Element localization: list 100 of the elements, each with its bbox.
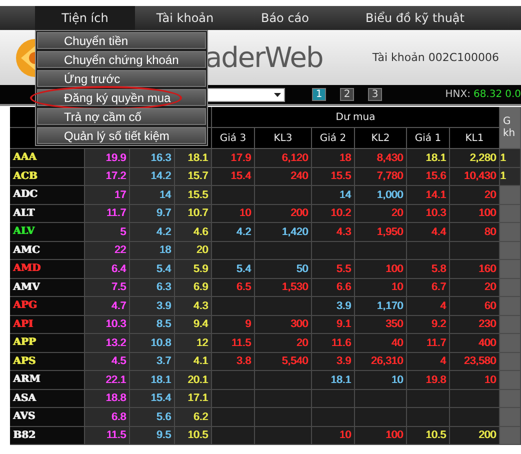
table-cell: 400 [450,334,500,352]
table-cell [500,297,521,316]
table-cell: 80 [450,223,500,242]
table-cell: 3.9 [312,352,355,371]
menu-item[interactable]: Ứng trước [37,70,206,87]
column-header: KL1 [450,128,500,149]
table-cell: 5.9 [175,260,212,278]
table-cell [500,204,521,223]
table-cell [450,242,500,260]
app-title: aderWeb [205,41,323,74]
table-cell: 19.8 [407,371,450,390]
table-cell: 6.8 [85,408,130,426]
table-cell: 6,120 [255,149,312,168]
table-cell: 350 [355,316,407,334]
stock-symbol[interactable]: AVS [10,408,85,426]
stock-symbol[interactable]: ALT [10,204,85,223]
table-cell: 200 [450,426,500,445]
stock-symbol[interactable]: ASA [10,390,85,408]
table-cell: 4.3 [175,297,212,316]
table-cell [312,242,355,260]
table-cell: 20 [450,278,500,297]
stock-symbol[interactable]: APS [10,352,85,371]
table-cell: 4.5 [85,352,130,371]
stock-symbol[interactable]: APG [10,297,85,316]
column-header: G kh [500,107,521,149]
stock-symbol[interactable]: ADC [10,186,85,204]
table-cell: 16.3 [130,149,175,168]
menu-item[interactable]: Quản lý số tiết kiệm [37,127,206,144]
table-cell [255,371,312,390]
table-cell: 26,310 [355,352,407,371]
stock-symbol[interactable]: APP [10,334,85,352]
table-cell: 6.3 [130,278,175,297]
table-cell [355,390,407,408]
table-cell: 20 [355,204,407,223]
table-cell [212,426,255,445]
stock-symbol[interactable]: B82 [10,426,85,445]
index-value: 68.32 [473,89,502,100]
index-change: 0.0 [505,89,521,100]
table-cell: 240 [255,168,312,186]
table-cell: 9.2 [407,316,450,334]
column-group-header: Dư mua [212,107,500,128]
table-cell: 5,540 [255,352,312,371]
table-cell [407,390,450,408]
table-cell: 10 [450,371,500,390]
table-cell: 15.5 [175,186,212,204]
stock-symbol[interactable]: ARM [10,371,85,390]
table-cell: 4.2 [130,223,175,242]
stock-symbol[interactable]: AMD [10,260,85,278]
account-label: Tài khoản 002C100006 [372,51,499,64]
table-cell: 6.7 [407,278,450,297]
table-cell: 4.7 [85,297,130,316]
menu-item[interactable]: Tài khoản [135,6,235,30]
stock-symbol[interactable]: ALV [10,223,85,242]
table-cell [500,334,521,352]
table-cell [500,186,521,204]
page-button[interactable]: 1 [312,88,326,101]
table-cell: 9.4 [175,316,212,334]
page-button[interactable]: 3 [368,88,382,101]
table-cell: 3.9 [312,297,355,316]
table-cell [500,371,521,390]
table-cell: 18 [130,242,175,260]
menu-item[interactable]: Biểu đồ kỹ thuật [335,6,495,30]
stock-symbol[interactable]: AMV [10,278,85,297]
select-field[interactable] [205,88,285,102]
table-cell: 10 [355,278,407,297]
table-cell: 19.9 [85,149,130,168]
table-cell: 9 [212,316,255,334]
table-cell [500,242,521,260]
table-cell: 1,170 [355,297,407,316]
table-cell: 1 [500,149,521,168]
stock-symbol[interactable]: AAA [10,149,85,168]
table-cell: 10.5 [175,426,212,445]
table-cell: 1,420 [255,223,312,242]
table-cell: 1,950 [355,223,407,242]
table-cell: 100 [450,204,500,223]
table-cell: 22 [85,242,130,260]
table-cell: 15.4 [130,390,175,408]
table-cell: 4.2 [212,223,255,242]
table-cell [500,316,521,334]
table-cell: 15.7 [175,168,212,186]
table-cell: 1 [500,168,521,186]
stock-symbol[interactable]: ACB [10,168,85,186]
menu-item[interactable]: Tiện ích [35,6,135,30]
stock-symbol[interactable]: AMC [10,242,85,260]
menu-item[interactable]: Chuyển chứng khoán [37,51,206,68]
table-cell: 6.6 [312,278,355,297]
menu-item[interactable]: Trả nợ cầm cố [37,108,206,125]
table-cell: 5.4 [212,260,255,278]
table-cell: 4 [407,352,450,371]
table-cell [407,242,450,260]
table-cell: 3.9 [130,297,175,316]
page-button[interactable]: 2 [340,88,354,101]
table-cell: 9.1 [312,316,355,334]
menu-item[interactable]: Báo cáo [235,6,335,30]
table-cell: 3.8 [212,352,255,371]
table-cell [212,408,255,426]
table-cell: 4.3 [312,223,355,242]
table-cell: 17.2 [85,168,130,186]
stock-symbol[interactable]: API [10,316,85,334]
menu-item[interactable]: Chuyển tiền [37,32,206,49]
